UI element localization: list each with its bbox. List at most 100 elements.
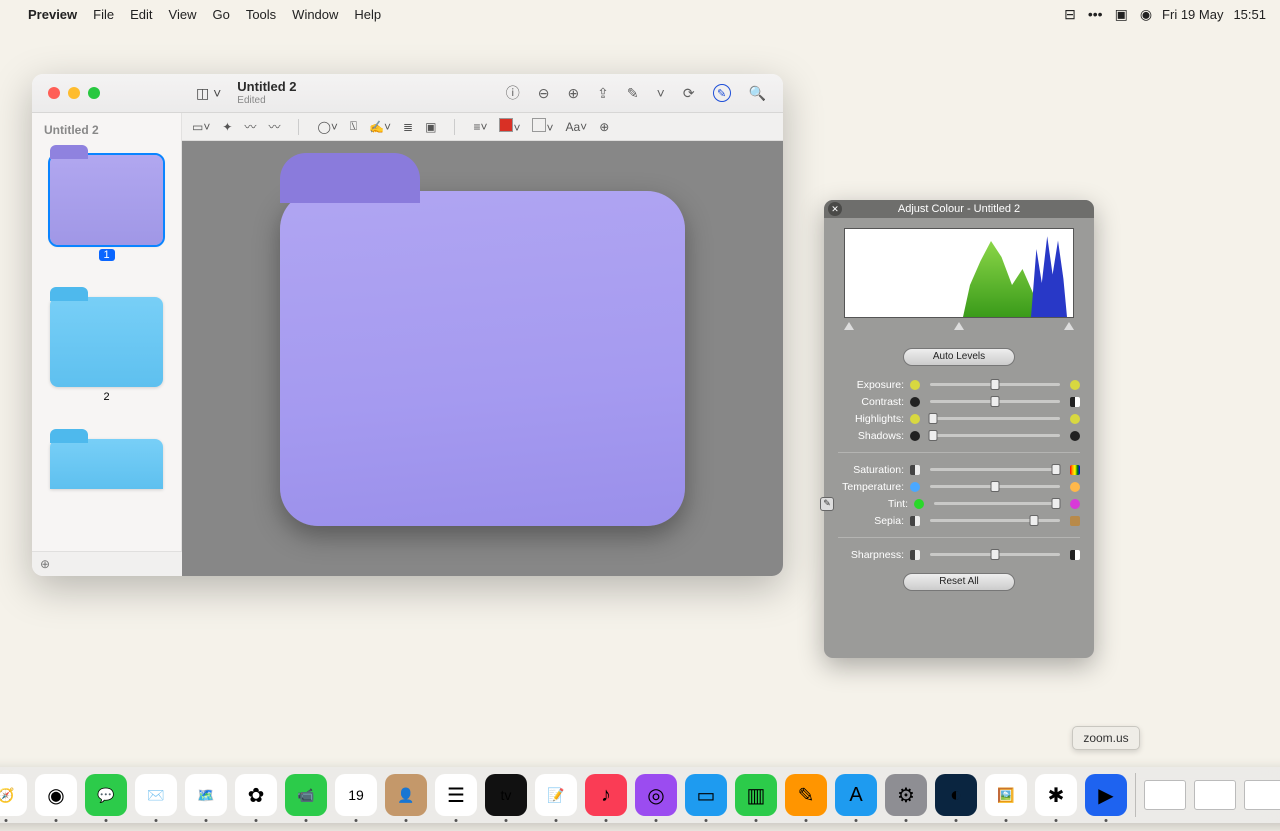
thumbnail-1[interactable] [50,155,163,245]
slider-track[interactable] [930,383,1060,386]
dock-glyph: 🧭 [0,787,15,804]
siri-icon[interactable]: ◉ [1140,6,1152,23]
dock-app-messages[interactable]: 💬 [85,774,127,816]
dock-app-notes[interactable]: 📝 [535,774,577,816]
dock-app-numbers[interactable]: ▥ [735,774,777,816]
slider-knob[interactable] [991,481,1000,492]
zoom-in-icon[interactable]: ⊕ [567,85,579,102]
auto-levels-button[interactable]: Auto Levels [903,348,1015,366]
app-menu[interactable]: Preview [28,7,77,22]
slider-knob[interactable] [991,379,1000,390]
zoom-out-icon[interactable]: ⊖ [538,85,550,102]
dock-app-unknown[interactable]: ◐ [935,774,977,816]
slider-knob[interactable] [1030,515,1039,526]
add-page-icon[interactable]: ⊕ [40,557,50,571]
highlight-icon[interactable]: ✎ [627,85,639,102]
slider-track[interactable] [930,400,1060,403]
traffic-light-close[interactable] [48,87,60,99]
dock-app-maps[interactable]: 🗺️ [185,774,227,816]
slider-knob[interactable] [928,413,937,424]
adjust-size-icon[interactable]: ▣ [425,120,436,134]
dock-app-slack[interactable]: ✱ [1035,774,1077,816]
dock-app-pages[interactable]: ✎ [785,774,827,816]
annotate-icon[interactable]: ⊕ [599,120,609,134]
dock-app-photos[interactable]: ✿ [235,774,277,816]
slider-track[interactable] [930,417,1060,420]
slider-knob[interactable] [991,549,1000,560]
dock-app-zoom[interactable]: ▶zoom.us [1085,774,1127,816]
dock-app-calendar[interactable]: 19 [335,774,377,816]
dock-minimized-window[interactable] [1244,780,1280,810]
slider-track[interactable] [930,519,1060,522]
highlight-dropdown-icon[interactable]: ˅ [657,85,665,101]
dock-app-appstore[interactable]: A [835,774,877,816]
slider-knob[interactable] [928,430,937,441]
dock-app-chrome[interactable]: ◉ [35,774,77,816]
instant-alpha-icon[interactable]: ✦ [222,120,232,134]
slider-left-icon [914,499,924,509]
slider-track[interactable] [930,434,1060,437]
menu-view[interactable]: View [169,7,197,22]
sign-icon[interactable]: ✍˅ [369,120,391,134]
dock-app-podcasts[interactable]: ◎ [635,774,677,816]
menubar-time[interactable]: 15:51 [1233,7,1266,22]
slider-track[interactable] [934,502,1060,505]
dock-app-contacts[interactable]: 👤 [385,774,427,816]
search-icon[interactable]: 🔍 [749,85,766,102]
dock-minimized-window[interactable] [1194,780,1236,810]
sidebar-toggle-icon[interactable]: ◫ ˅ [196,85,221,102]
menu-window[interactable]: Window [292,7,338,22]
dock-app-music[interactable]: ♪ [585,774,627,816]
white-point-handle[interactable] [1064,322,1074,330]
fill-color-icon[interactable]: ˅ [532,118,553,135]
menu-edit[interactable]: Edit [130,7,152,22]
thumbnail-2[interactable] [50,297,163,387]
adjust-color-icon[interactable]: ≣ [403,120,413,134]
draw-icon[interactable]: 〰 [244,118,256,135]
traffic-light-minimize[interactable] [68,87,80,99]
slider-knob[interactable] [1052,498,1061,509]
markup-toggle-icon[interactable]: ✎ [713,84,731,102]
slider-knob[interactable] [991,396,1000,407]
menubar-date[interactable]: Fri 19 May [1162,7,1223,22]
menu-help[interactable]: Help [354,7,381,22]
dock-app-mail[interactable]: ✉️ [135,774,177,816]
sketch-icon[interactable]: 〰 [268,118,280,135]
mid-point-handle[interactable] [954,322,964,330]
slider-track[interactable] [930,468,1060,471]
menu-tools[interactable]: Tools [246,7,276,22]
dock-app-settings[interactable]: ⚙ [885,774,927,816]
thumbnail-3[interactable] [50,439,163,489]
shapes-icon[interactable]: ◯˅ [317,120,337,134]
slider-track[interactable] [930,485,1060,488]
font-style-icon[interactable]: Aa˅ [566,120,588,134]
dock-app-reminders[interactable]: ☰ [435,774,477,816]
dock-app-preview[interactable]: 🖼️ [985,774,1027,816]
traffic-light-maximize[interactable] [88,87,100,99]
dock-app-keynote[interactable]: ▭ [685,774,727,816]
display-icon[interactable]: ▣ [1115,6,1128,23]
line-style-icon[interactable]: ≡˅ [473,120,487,134]
dock-minimized-window[interactable] [1144,780,1186,810]
slider-track[interactable] [930,553,1060,556]
text-icon[interactable]: ⍂ [350,119,357,134]
dock-app-tv[interactable]: tv [485,774,527,816]
border-color-icon[interactable]: ˅ [499,118,520,135]
eyedropper-icon[interactable]: ✎ [820,497,834,511]
canvas[interactable] [182,141,783,576]
reset-all-button[interactable]: Reset All [903,573,1015,591]
dock-app-safari[interactable]: 🧭 [0,774,27,816]
adjust-color-titlebar[interactable]: ✕ Adjust Colour - Untitled 2 [824,200,1094,218]
menu-file[interactable]: File [93,7,114,22]
share-icon[interactable]: ⇪ [597,85,609,102]
info-icon[interactable]: ⓘ [506,83,520,103]
status-icon[interactable]: ••• [1088,6,1103,22]
control-center-icon[interactable]: ⊟ [1064,6,1076,23]
rotate-icon[interactable]: ⟳ [683,85,695,102]
menu-go[interactable]: Go [212,7,229,22]
black-point-handle[interactable] [844,322,854,330]
dock-app-facetime[interactable]: 📹 [285,774,327,816]
slider-knob[interactable] [1052,464,1061,475]
close-icon[interactable]: ✕ [828,202,842,216]
select-tool-icon[interactable]: ▭˅ [192,120,210,134]
